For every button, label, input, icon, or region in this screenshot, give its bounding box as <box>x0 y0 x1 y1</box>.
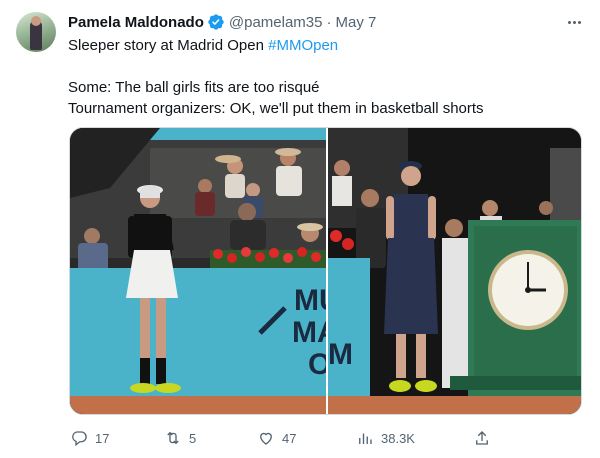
tweet-line-1-text: Sleeper story at Madrid Open <box>68 37 269 54</box>
retweet-icon <box>167 431 179 445</box>
tweet-header: Pamela Maldonado @pamelam35 · May 7 <box>68 12 376 32</box>
views-count: 38.3K <box>381 430 415 446</box>
author-handle[interactable]: @pamelam35 <box>229 14 323 31</box>
more-options-icon[interactable] <box>562 12 586 32</box>
reply-icon <box>72 431 87 447</box>
share-button[interactable] <box>473 424 491 452</box>
right-photo: M <box>328 128 581 414</box>
avatar[interactable] <box>16 12 56 52</box>
photo-collage: MU MA O M <box>70 128 581 414</box>
tweet-line-3: Tournament organizers: OK, we'll put the… <box>68 100 484 117</box>
heart-icon <box>260 432 272 445</box>
views-chart-icon <box>359 433 372 444</box>
like-count: 47 <box>282 430 297 446</box>
reply-button[interactable]: 17 <box>70 424 109 452</box>
retweet-button[interactable]: 5 <box>164 424 196 452</box>
separator-dot: · <box>326 13 332 31</box>
left-photo: MU MA O <box>70 128 341 414</box>
hashtag-link[interactable]: #MMOpen <box>268 37 338 54</box>
tweet-line-1: Sleeper story at Madrid Open #MMOpen <box>68 35 580 56</box>
retweet-count: 5 <box>189 430 197 446</box>
tweet-line-2: Some: The ball girls fits are too risqué <box>68 79 320 96</box>
photo-divider <box>326 128 328 414</box>
avatar-head <box>31 16 41 26</box>
tweet-text: Sleeper story at Madrid Open #MMOpen Som… <box>68 35 580 119</box>
action-bar: 17 5 47 38.3K <box>60 424 500 452</box>
reply-count: 17 <box>95 430 110 446</box>
right-sign-text: M <box>328 338 353 371</box>
share-icon <box>476 431 488 445</box>
author-name[interactable]: Pamela Maldonado <box>68 14 204 31</box>
views-button[interactable]: 38.3K <box>356 424 415 452</box>
verified-badge-icon <box>207 13 225 31</box>
tweet-card[interactable]: Pamela Maldonado @pamelam35 · May 7 Slee… <box>0 0 600 458</box>
tweet-media-photo[interactable]: MU MA O M <box>69 127 582 415</box>
tweet-date[interactable]: May 7 <box>335 14 376 31</box>
like-button[interactable]: 47 <box>257 424 296 452</box>
